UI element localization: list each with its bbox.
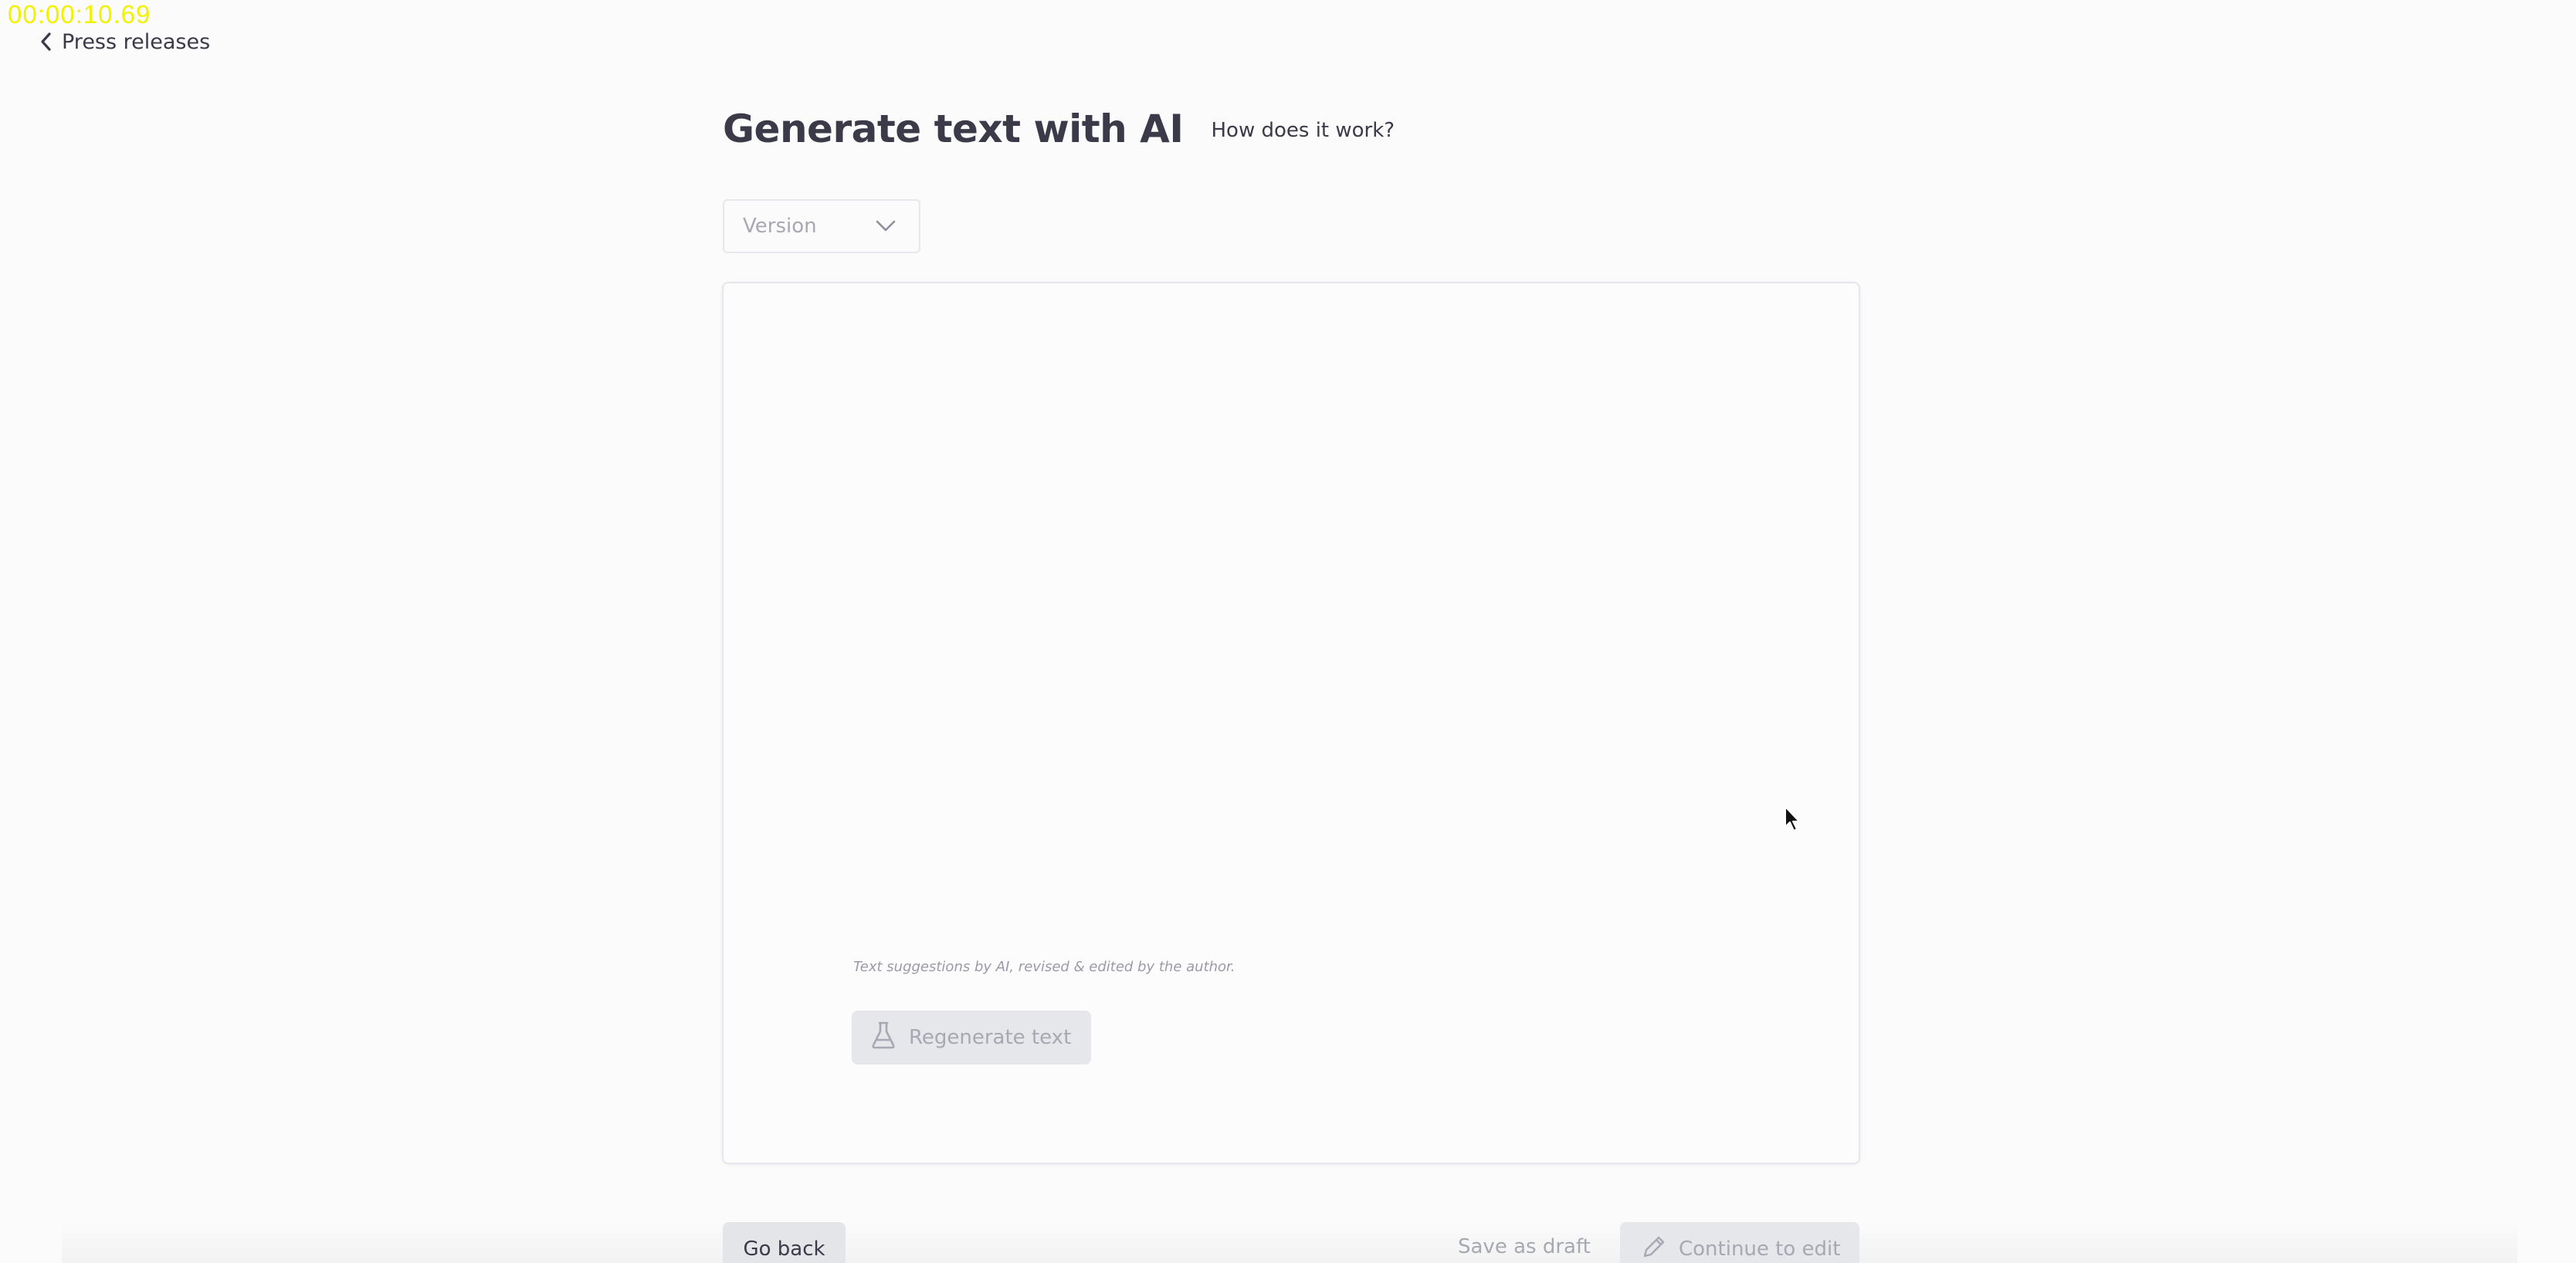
- ai-disclaimer: Text suggestions by AI, revised & edited…: [853, 959, 1235, 975]
- page-header: Generate text with AI How does it work?: [723, 107, 1395, 151]
- back-to-press-releases-link[interactable]: Press releases: [40, 26, 210, 57]
- continue-to-edit-button[interactable]: Continue to edit: [1620, 1222, 1859, 1263]
- page: 00:00:10.69 Press releases Generate text…: [0, 0, 2576, 1263]
- go-back-button[interactable]: Go back: [723, 1222, 846, 1263]
- footer-shadow: [62, 1220, 2517, 1263]
- mouse-cursor-icon: [1784, 805, 1802, 836]
- page-title: Generate text with AI: [723, 107, 1184, 151]
- how-does-it-work-link[interactable]: How does it work?: [1211, 119, 1395, 142]
- recording-timer: 00:00:10.69: [8, 0, 151, 29]
- flask-icon: [870, 1021, 897, 1055]
- version-select[interactable]: Version: [723, 199, 920, 253]
- generated-text-editor[interactable]: Text suggestions by AI, revised & edited…: [722, 282, 1860, 1164]
- pencil-icon: [1642, 1234, 1666, 1263]
- chevron-left-icon: [40, 32, 53, 52]
- back-link-label: Press releases: [62, 29, 211, 54]
- version-select-placeholder: Version: [743, 215, 817, 238]
- save-as-draft-button[interactable]: Save as draft: [1458, 1235, 1591, 1258]
- regenerate-text-label: Regenerate text: [909, 1026, 1072, 1049]
- regenerate-text-button[interactable]: Regenerate text: [852, 1011, 1091, 1065]
- chevron-down-icon: [876, 215, 896, 238]
- continue-to-edit-label: Continue to edit: [1679, 1238, 1841, 1261]
